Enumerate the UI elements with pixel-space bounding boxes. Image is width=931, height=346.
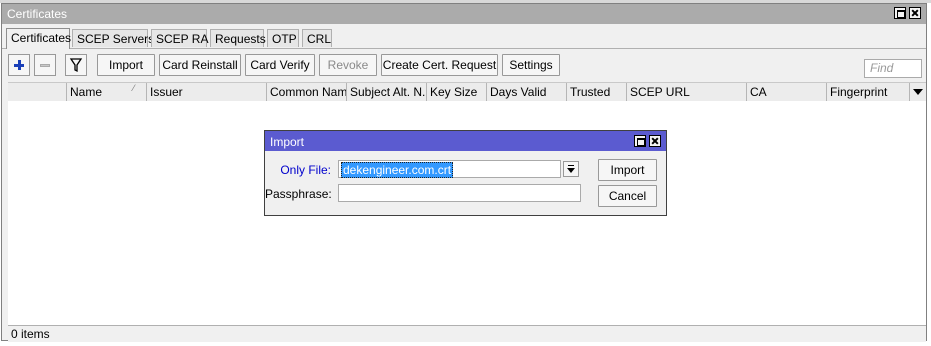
find-input[interactable]: Find — [864, 59, 922, 78]
column-subject-alt-name[interactable]: Subject Alt. N... — [346, 83, 426, 101]
window-titlebar[interactable]: Certificates — [2, 4, 926, 24]
import-button[interactable]: Import — [97, 54, 155, 76]
card-verify-button[interactable]: Card Verify — [245, 54, 315, 76]
only-file-label: Only File: — [280, 163, 331, 177]
tab-scep-ra[interactable]: SCEP RA — [151, 29, 208, 47]
dialog-maximize-icon[interactable] — [634, 135, 646, 147]
remove-button[interactable] — [34, 54, 56, 76]
filter-button[interactable] — [65, 54, 87, 76]
dialog-titlebar[interactable]: Import — [265, 131, 666, 151]
dialog-cancel-button[interactable]: Cancel — [598, 185, 657, 207]
card-reinstall-button[interactable]: Card Reinstall — [159, 54, 241, 76]
tab-divider — [2, 48, 926, 49]
column-days-valid[interactable]: Days Valid — [486, 83, 566, 101]
tab-certificates[interactable]: Certificates — [6, 28, 71, 49]
only-file-field[interactable]: dekengineer.com.crt — [338, 160, 561, 178]
column-trusted[interactable]: Trusted — [566, 83, 626, 101]
create-cert-request-button[interactable]: Create Cert. Request — [381, 54, 498, 76]
tab-scep-servers[interactable]: SCEP Servers — [72, 29, 154, 47]
only-file-value: dekengineer.com.crt — [341, 162, 454, 178]
column-ca[interactable]: CA — [746, 83, 826, 101]
passphrase-label: Passphrase: — [265, 187, 332, 201]
import-dialog: Import Only File: dekengineer.com.crt Pa… — [264, 130, 667, 216]
revoke-button[interactable]: Revoke — [319, 54, 377, 76]
column-common-name[interactable]: Common Name — [266, 83, 346, 101]
column-fingerprint[interactable]: Fingerprint — [826, 83, 910, 101]
window-title: Certificates — [7, 7, 68, 21]
column-key-size[interactable]: Key Size — [426, 83, 486, 101]
table-header: Name ⁄ Issuer Common Name Subject Alt. N… — [8, 82, 926, 102]
dialog-title: Import — [270, 135, 305, 149]
maximize-icon[interactable] — [894, 7, 906, 19]
item-count: 0 items — [11, 327, 50, 341]
tab-otp[interactable]: OTP — [267, 29, 299, 47]
close-icon[interactable] — [909, 7, 921, 19]
column-issuer[interactable]: Issuer — [146, 83, 266, 101]
tab-crl[interactable]: CRL — [302, 29, 332, 47]
dialog-close-icon[interactable] — [649, 135, 661, 147]
tab-requests[interactable]: Requests — [210, 29, 266, 47]
passphrase-field[interactable] — [338, 184, 581, 202]
add-button[interactable] — [8, 54, 30, 76]
status-bar: 0 items — [8, 325, 926, 342]
sort-indicator-icon: ⁄ — [133, 83, 135, 93]
filter-icon — [69, 58, 83, 73]
column-scep-url[interactable]: SCEP URL — [626, 83, 746, 101]
column-menu-icon[interactable] — [909, 83, 926, 101]
file-dropdown-icon[interactable] — [563, 161, 579, 177]
dialog-import-button[interactable]: Import — [598, 159, 657, 181]
settings-button[interactable]: Settings — [502, 54, 560, 76]
